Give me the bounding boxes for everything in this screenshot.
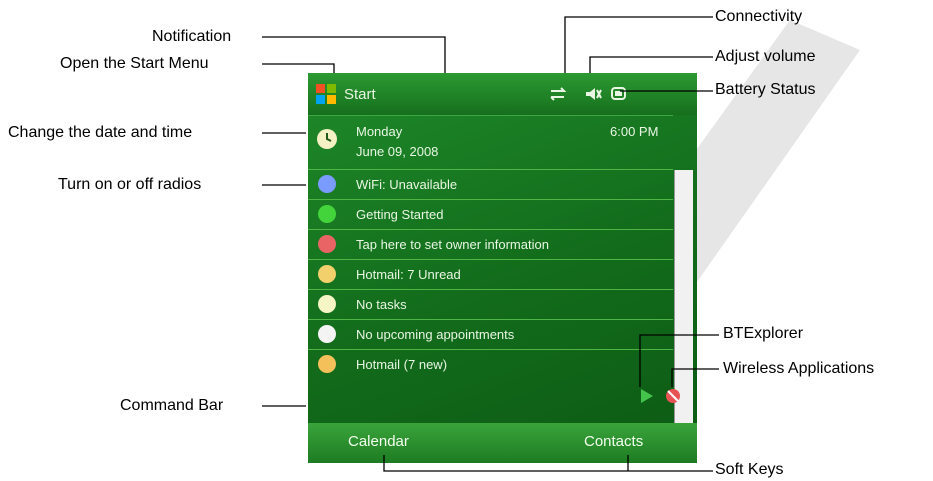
callout-lines bbox=[262, 16, 719, 472]
